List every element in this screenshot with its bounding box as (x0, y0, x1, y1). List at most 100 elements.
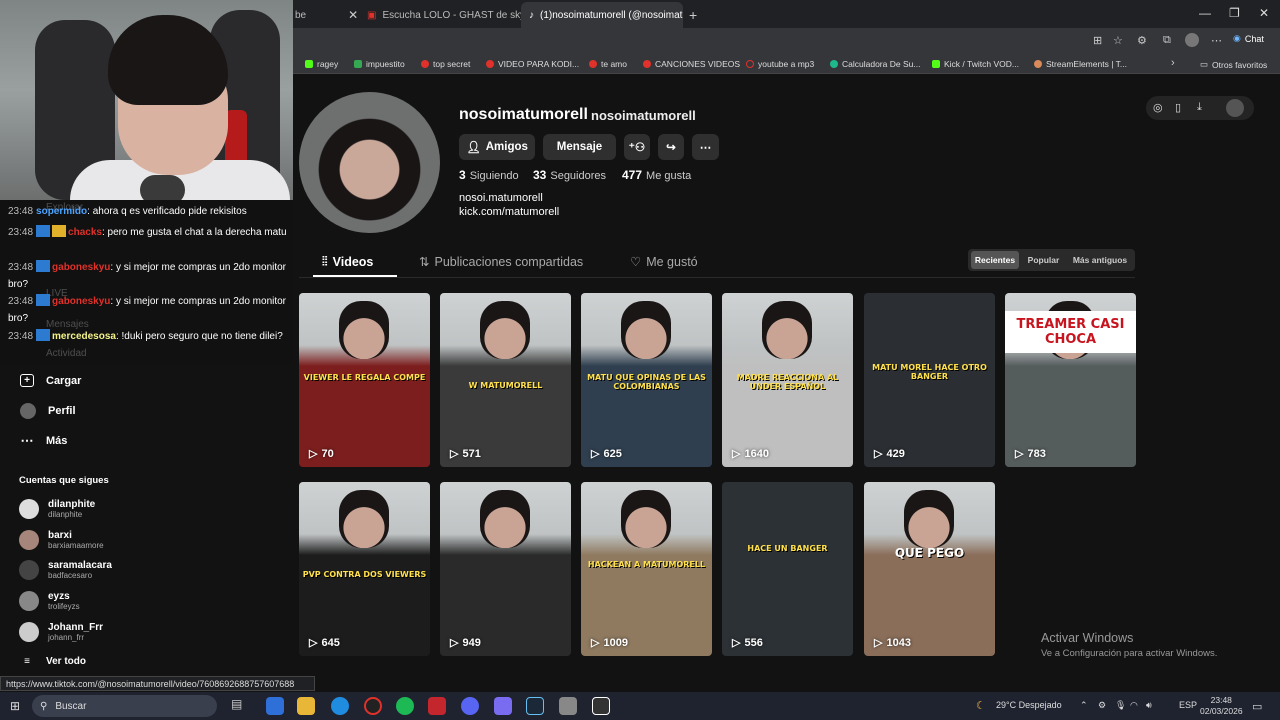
tab-2-active[interactable]: ♪(1)nosoimatumorell (@nosoimatu✕ (521, 2, 683, 28)
favorite-star-icon[interactable]: ☆ (1113, 34, 1123, 47)
chevron-up-icon[interactable]: ⌃ (1080, 700, 1088, 711)
taskbar-clock[interactable]: 23:48 02/03/2026 (1200, 695, 1243, 717)
view-count: 571 (462, 447, 481, 460)
bookmark[interactable]: Kick / Twitch VOD... (932, 59, 1019, 69)
tab-videos[interactable]: ⦙⦙ Videos (322, 254, 373, 269)
bookmark[interactable]: VIDEO PARA KODI... (486, 59, 579, 69)
sidebar-item-more[interactable]: ⋯ Más (20, 433, 68, 449)
bookmark[interactable]: Calculadora De Su... (830, 59, 920, 69)
bookmark[interactable]: top secret (421, 59, 470, 69)
share-button[interactable]: ↪ (658, 134, 684, 160)
tab-liked[interactable]: ♡ Me gustó (630, 254, 698, 270)
new-tab-button[interactable]: + (689, 4, 697, 26)
sort-popular[interactable]: Popular (1023, 251, 1064, 269)
following-account[interactable]: eyzs trolifeyzs (19, 591, 80, 611)
bookmark[interactable]: StreamElements | T... (1034, 59, 1127, 69)
account-username: barxiamaamore (48, 541, 104, 550)
video-card[interactable]: QUE PEGO ▷ 1043 (864, 482, 995, 656)
download-icon[interactable]: ⤓ (1197, 101, 1202, 114)
bookmark[interactable]: youtube a mp3 (746, 59, 814, 69)
video-card[interactable]: MATU QUE OPINAS DE LAS COLOMBIANAS ▷ 625 (581, 293, 712, 467)
video-card[interactable]: HACKEAN A MATUMORELL ▷ 1009 (581, 482, 712, 656)
video-card[interactable]: ▷ 949 (440, 482, 571, 656)
taskbar-search[interactable]: ⚲ Buscar (32, 695, 217, 717)
settings-icon[interactable]: ⚙ (1098, 700, 1106, 711)
friends-button[interactable]: 👤︎ Amigos (459, 134, 535, 160)
weather-text[interactable]: 29°C Despejado (996, 700, 1062, 710)
wifi-icon[interactable]: ◠ (1130, 700, 1138, 711)
task-view-icon[interactable]: ▤ (231, 697, 249, 715)
message-button[interactable]: Mensaje (543, 134, 616, 160)
sort-oldest[interactable]: Más antiguos (1068, 251, 1132, 269)
stat-following[interactable]: 3 Siguiendo (459, 168, 519, 182)
browser-profile-avatar[interactable] (1185, 33, 1199, 47)
edge-icon[interactable] (266, 697, 284, 715)
video-card[interactable]: MATU MOREL HACE OTRO BANGER ▷ 429 (864, 293, 995, 467)
mic-icon[interactable]: 🎙︎ (1115, 700, 1126, 711)
close-window-icon[interactable]: ✕ (1259, 6, 1269, 20)
coin-icon[interactable]: ◎ (1153, 101, 1163, 114)
volume-icon[interactable]: 🔊︎ (1146, 700, 1152, 711)
minimize-icon[interactable]: — (1199, 6, 1211, 20)
file-explorer-icon[interactable] (297, 697, 315, 715)
close-icon[interactable]: ✕ (348, 8, 358, 22)
copilot-chat-button[interactable]: ◉ Chat (1233, 33, 1264, 44)
stat-followers[interactable]: 33 Seguidores (533, 168, 606, 182)
following-account[interactable]: dilanphite dilanphite (19, 499, 95, 519)
tab-0[interactable]: be ✕ (295, 4, 358, 26)
collections-icon[interactable]: ⧉ (1163, 34, 1171, 47)
windows-activation-subtitle: Ve a Configuración para activar Windows. (1041, 648, 1218, 659)
video-card[interactable]: VIEWER LE REGALA COMPE ▷ 70 (299, 293, 430, 467)
notifications-icon[interactable]: ▭ (1252, 700, 1262, 713)
terminal-icon[interactable] (592, 697, 610, 715)
tab-title: (1)nosoimatumorell (@nosoimatu (540, 9, 683, 21)
bookmark[interactable]: te amo (589, 59, 627, 69)
app-icon[interactable] (494, 697, 512, 715)
list-icon: ≡ (24, 656, 30, 667)
bookmark-folder[interactable]: ▭ Otros favoritos (1200, 59, 1267, 70)
grid-icon: ⦙⦙ (322, 254, 328, 268)
video-card[interactable]: TREAMER CASI CHOCA ▷ 783 (1005, 293, 1136, 467)
spotify-icon[interactable] (396, 697, 414, 715)
steam-icon[interactable] (526, 697, 544, 715)
chevron-right-icon[interactable]: › (1171, 57, 1175, 69)
browser-icon[interactable] (331, 697, 349, 715)
calculator-icon (830, 60, 838, 68)
obs-icon[interactable] (364, 697, 382, 715)
menu-dots-icon[interactable]: ⋯ (1211, 34, 1222, 47)
extensions-icon[interactable]: ⚙ (1137, 34, 1147, 47)
following-account[interactable]: saramalacara badfacesaro (19, 560, 112, 580)
app-icon[interactable] (559, 697, 577, 715)
bookmark[interactable]: ragey (305, 59, 338, 69)
youtube-icon (589, 60, 597, 68)
profile-avatar[interactable] (299, 92, 440, 233)
language-indicator[interactable]: ESP (1179, 700, 1197, 710)
video-card[interactable]: MADRE REACCIONA AL UNDER ESPAÑOL ▷ 1640 (722, 293, 853, 467)
bookmark[interactable]: CANCIONES VIDEOS (643, 59, 740, 69)
video-view-count: ▷ 556 (732, 636, 763, 650)
sort-recent[interactable]: Recientes (971, 251, 1019, 269)
user-avatar[interactable] (1226, 99, 1244, 117)
app-icon[interactable] (428, 697, 446, 715)
chat-username: chacks (68, 227, 102, 238)
following-account[interactable]: Johann_Frr johann_frr (19, 622, 103, 642)
search-icon: ⚲ (40, 700, 48, 712)
sidebar-item-upload[interactable]: + Cargar (20, 374, 81, 387)
sidebar-item-profile[interactable]: Perfil (20, 403, 76, 419)
add-friend-button[interactable]: ⁺⚇ (624, 134, 650, 160)
video-card[interactable]: W MATUMORELL ▷ 571 (440, 293, 571, 467)
bookmark[interactable]: impuestito (354, 59, 405, 69)
video-card[interactable]: PVP CONTRA DOS VIEWERS ▷ 645 (299, 482, 430, 656)
more-options-button[interactable]: ⋯ (692, 134, 719, 160)
see-all-link[interactable]: ≡ Ver todo (20, 656, 86, 667)
video-card[interactable]: HACE UN BANGER ▷ 556 (722, 482, 853, 656)
restore-icon[interactable]: ❐ (1229, 6, 1240, 20)
following-account[interactable]: barxi barxiamaamore (19, 530, 104, 550)
tab-reposts[interactable]: ⇅ Publicaciones compartidas (419, 254, 583, 270)
phone-icon[interactable]: ▯ (1175, 101, 1181, 114)
discord-icon[interactable] (461, 697, 479, 715)
profile-link[interactable]: kick.com/matumorell (459, 206, 559, 218)
apps-icon[interactable]: ⊞ (1093, 34, 1102, 47)
windows-start-icon[interactable]: ⊞ (10, 699, 20, 713)
kick-icon (305, 60, 313, 68)
